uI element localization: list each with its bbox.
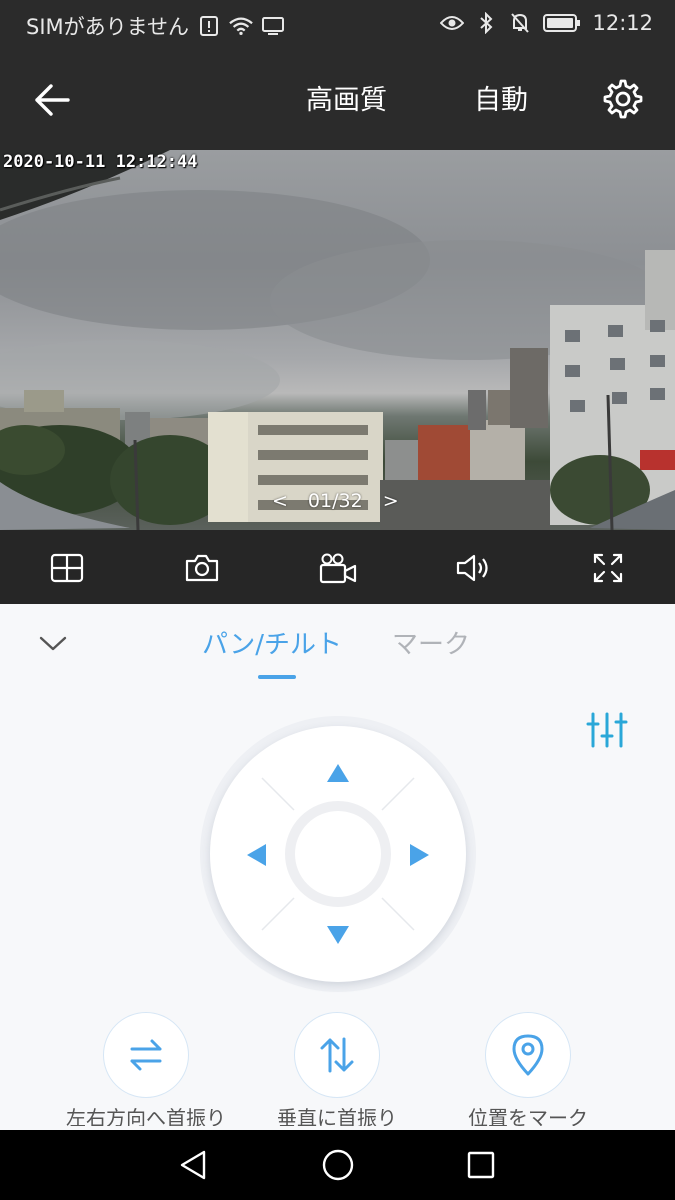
gear-icon[interactable] [602,78,644,120]
layout-grid-icon[interactable] [47,548,87,588]
battery-icon [542,11,582,35]
swap-vertical-icon [320,1037,354,1073]
bluetooth-icon [474,11,498,35]
vertical-sweep-button[interactable] [294,1012,380,1098]
page-indicator: 01/32 [307,490,363,512]
system-nav-bar [0,1130,675,1200]
camera-icon[interactable] [182,548,222,588]
horizontal-sweep-button[interactable] [103,1012,189,1098]
mute-icon [508,11,532,35]
alert-icon [197,14,221,38]
clock-text: 12:12 [592,11,653,35]
ptz-panel: パン/チルト マーク 左右方向へ首振り 垂直に首振り 位置をマーク [0,604,675,1130]
mark-position-button[interactable] [485,1012,571,1098]
eye-icon [440,11,465,35]
swap-horizontal-icon [130,1039,162,1071]
wifi-icon [229,14,253,38]
chevron-down-icon[interactable] [36,626,70,660]
video-scene [0,150,675,530]
video-timestamp: 2020-10-11 12:12:44 [3,152,198,172]
next-camera-button[interactable]: > [383,490,399,512]
horizontal-sweep-label: 左右方向へ首振り [66,1106,226,1126]
pan-down-button[interactable] [327,926,349,944]
nav-recents-icon[interactable] [463,1147,499,1183]
ptz-joystick[interactable] [210,726,466,982]
nav-home-icon[interactable] [320,1147,356,1183]
carrier-text: SIMがありません [26,15,190,39]
speaker-icon[interactable] [454,548,494,588]
quality-selector[interactable]: 高画質 [306,78,387,117]
video-record-icon[interactable] [318,548,358,588]
active-tab-indicator [258,675,296,679]
nav-back-icon[interactable] [175,1147,211,1183]
mode-selector[interactable]: 自動 [474,78,528,117]
pan-right-button[interactable] [410,844,429,866]
mark-position-label: 位置をマーク [468,1106,588,1126]
status-bar: SIMがありません 12:12 [0,0,675,48]
tab-pan-tilt[interactable]: パン/チルト [202,624,342,661]
cast-icon [261,14,285,38]
camera-video-feed[interactable]: 2020-10-11 12:12:44 < 01/32 > [0,150,675,530]
back-arrow-icon[interactable] [26,74,78,126]
tab-mark[interactable]: マーク [392,624,470,661]
app-bar: 高画質 自動 [0,48,675,150]
fullscreen-icon[interactable] [588,548,628,588]
prev-camera-button[interactable]: < [272,490,288,512]
adjust-sliders-icon[interactable] [586,710,628,750]
pan-left-button[interactable] [247,844,266,866]
video-toolbar [0,530,675,604]
video-pager: < 01/32 > [272,490,399,512]
pan-up-button[interactable] [327,764,349,782]
location-pin-icon [512,1034,544,1076]
vertical-sweep-label: 垂直に首振り [277,1106,397,1126]
